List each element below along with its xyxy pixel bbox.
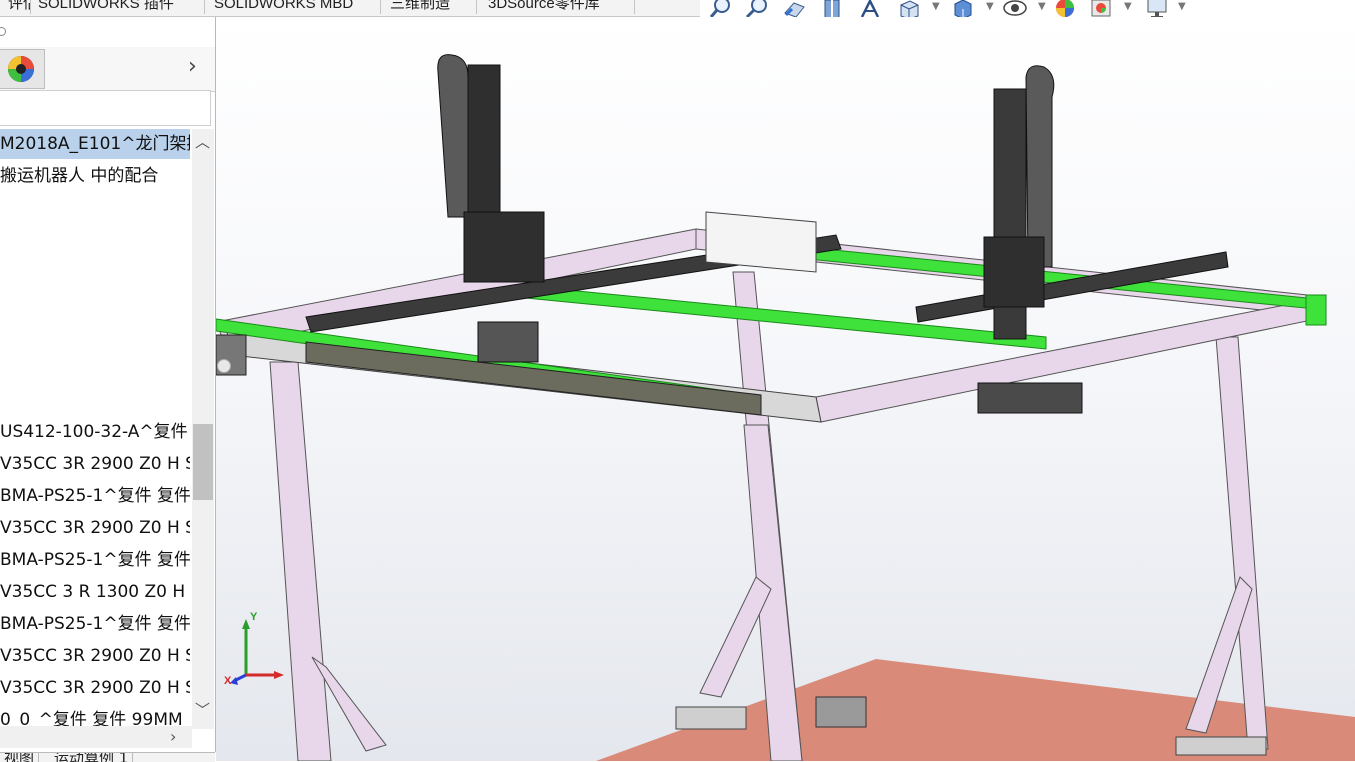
gripper-left <box>477 321 539 363</box>
feature-manager-panel: › M2018A_E101^龙门架搬 搬运机器人 中的配合 US412-100-… <box>0 17 216 752</box>
tree-item-component[interactable]: BMA-PS25-1^复件 复件 <box>0 481 190 511</box>
scroll-down-icon[interactable]: ﹀ <box>195 699 210 720</box>
linear-rail-cross <box>515 284 1047 350</box>
hide-show-dropdown-icon[interactable]: ▼ <box>1038 1 1046 12</box>
tree-item-top-assembly[interactable]: M2018A_E101^龙门架搬 <box>0 129 190 159</box>
panel-tab-row: › <box>0 47 215 92</box>
leg-brace <box>699 576 772 698</box>
apply-scene-dropdown-icon[interactable]: ▼ <box>1124 1 1132 12</box>
tree-item-component[interactable]: US412-100-32-A^复件 <box>0 417 190 447</box>
leg-foot <box>1175 736 1267 756</box>
tree-item-component[interactable]: V35CC 3R 2900 Z0 H SS <box>0 673 190 703</box>
cable-chain-left <box>437 54 469 218</box>
corner-bracket <box>1305 294 1327 326</box>
end-carriage <box>705 211 817 273</box>
frame-leg <box>1215 336 1269 750</box>
scroll-thumb[interactable] <box>193 424 213 500</box>
frame-leg <box>269 361 332 761</box>
view-orientation-dropdown-icon[interactable]: ▼ <box>932 1 940 12</box>
gantry-robot-model[interactable] <box>216 17 1355 761</box>
appearance-sphere-icon <box>8 56 34 82</box>
triad-y-label: Y <box>250 611 258 623</box>
display-manager-tab[interactable] <box>0 49 45 89</box>
triad-x-label: X <box>224 675 232 687</box>
tree-horizontal-scrollbar[interactable]: › <box>0 726 192 748</box>
panel-pin-icon[interactable] <box>0 27 6 36</box>
z-axis-carriage-right <box>983 236 1045 308</box>
reference-triad: Y X <box>224 611 288 695</box>
panel-collapse-handle[interactable] <box>217 359 231 373</box>
leg-foot <box>675 706 747 730</box>
command-manager-tabs: 评估 SOLIDWORKS 插件 SOLIDWORKS MBD 三维制造 3DS… <box>0 0 700 17</box>
scroll-up-icon[interactable]: ︿ <box>195 131 210 152</box>
triad-axes-icon <box>230 619 284 685</box>
tree-item-component[interactable]: V35CC 3R 2900 Z0 H SS <box>0 449 190 479</box>
feature-tree-filter-input[interactable] <box>0 90 211 126</box>
scroll-right-icon[interactable]: › <box>170 726 176 748</box>
tab-solidworks-addins[interactable]: SOLIDWORKS 插件 <box>30 0 205 14</box>
gripper-right <box>977 382 1083 414</box>
feature-tree: M2018A_E101^龙门架搬 搬运机器人 中的配合 US412-100-32… <box>0 129 192 749</box>
tree-item-component[interactable]: V35CC 3 R 1300 Z0 H SS <box>0 577 190 607</box>
tree-item-mates[interactable]: 搬运机器人 中的配合 <box>0 161 190 191</box>
graphics-area[interactable]: Y X <box>216 17 1355 761</box>
display-style-dropdown-icon[interactable]: ▼ <box>986 1 994 12</box>
tree-vertical-scrollbar[interactable]: ︿ ﹀ <box>192 129 214 729</box>
panel-more-tabs-chevron-icon[interactable]: › <box>188 53 197 81</box>
tab-3d-manufacturing[interactable]: 三维制造 <box>382 0 477 14</box>
tab-3dsource-library[interactable]: 3DSource零件库 <box>480 0 635 14</box>
cable-chain-end <box>815 696 867 728</box>
tree-item-component[interactable]: V35CC 3R 2900 Z0 H SS <box>0 513 190 543</box>
tree-item-component[interactable]: V35CC 3R 2900 Z0 H SS <box>0 641 190 671</box>
tab-solidworks-mbd[interactable]: SOLIDWORKS MBD <box>206 0 381 14</box>
tab-evaluate[interactable]: 评估 <box>0 0 31 14</box>
view-settings-dropdown-icon[interactable]: ▼ <box>1178 1 1186 12</box>
tree-item-component[interactable]: BMA-PS25-1^复件 复件 <box>0 545 190 575</box>
z-axis-carriage-left <box>463 211 545 283</box>
tree-item-component[interactable]: BMA-PS25-1^复件 复件 <box>0 609 190 639</box>
